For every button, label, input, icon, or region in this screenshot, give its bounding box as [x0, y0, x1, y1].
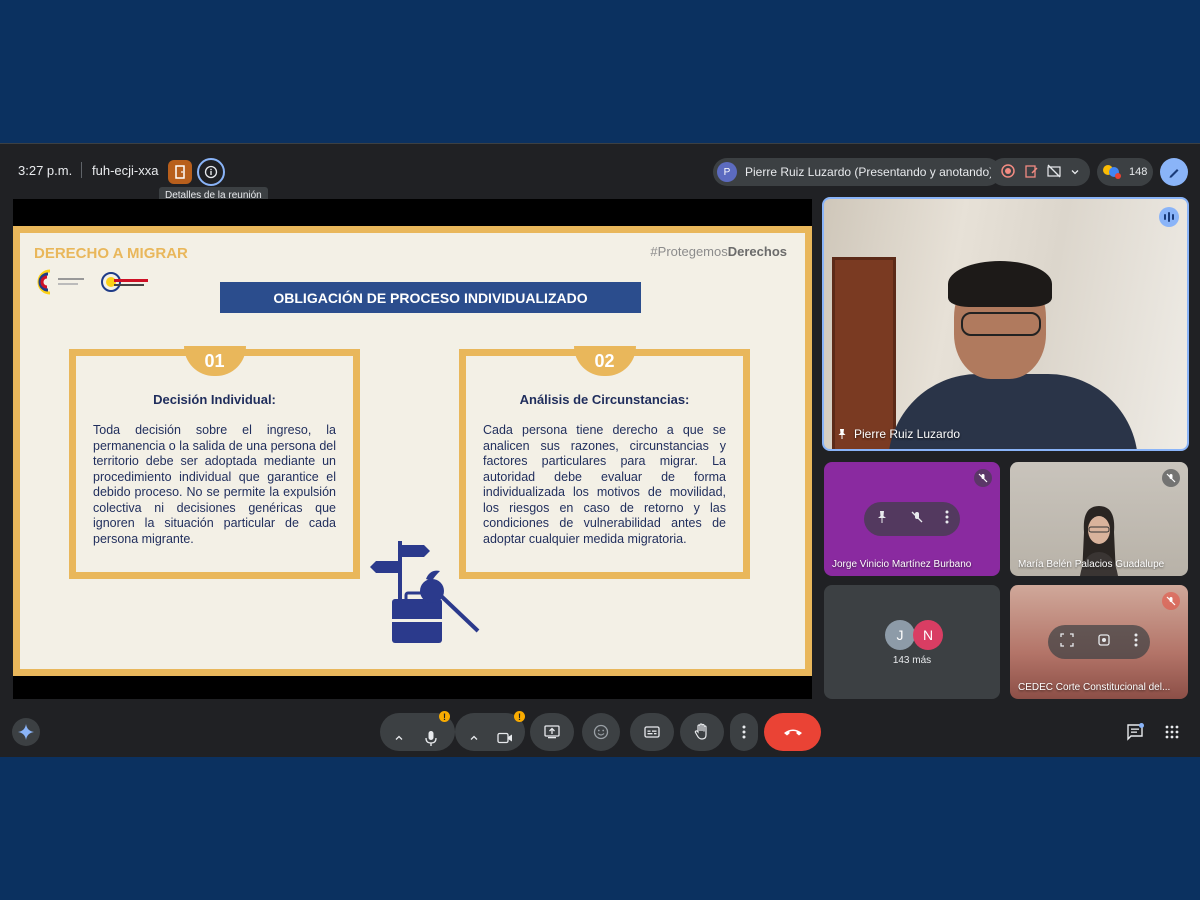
divider	[81, 162, 82, 178]
people-button[interactable]: 148	[1097, 158, 1153, 186]
camera-control: !	[455, 711, 525, 751]
recording-controls	[990, 158, 1090, 186]
people-avatars-icon	[1103, 165, 1121, 179]
card-1: 01 Decisión Individual: Toda decisión so…	[69, 346, 360, 579]
speaking-indicator-icon	[1159, 207, 1179, 227]
slide: DERECHO A MIGRAR #ProtegemosDerechos OBL…	[13, 226, 812, 676]
participant-name: Pierre Ruiz Luzardo	[854, 427, 961, 441]
card-body: Cada persona tiene derecho a que se anal…	[483, 423, 726, 546]
presenter-avatar: P	[717, 162, 737, 182]
chevron-down-icon[interactable]	[1070, 165, 1080, 180]
emoji-icon[interactable]	[582, 713, 620, 751]
hashtag-prefix: #Protegemos	[650, 244, 728, 259]
frame-icon[interactable]	[1060, 632, 1074, 652]
avatar: N	[913, 620, 943, 650]
tile-hover-controls	[864, 502, 960, 536]
card-body: Toda decisión sobre el ingreso, la perma…	[93, 423, 336, 546]
presenter-chip[interactable]: P Pierre Ruiz Luzardo (Presentando y ano…	[713, 158, 1002, 186]
info-icon[interactable]	[197, 158, 225, 186]
meeting-code: fuh-ecji-xxa	[92, 163, 159, 178]
notes-icon[interactable]	[1024, 164, 1038, 181]
speaker-glasses	[961, 312, 1041, 336]
raise-hand-icon[interactable]	[680, 713, 724, 751]
participant-count: 148	[1129, 166, 1148, 178]
pin-icon[interactable]	[875, 510, 889, 529]
more-options-icon[interactable]	[1134, 633, 1138, 652]
presentation-area: DERECHO A MIGRAR #ProtegemosDerechos OBL…	[13, 199, 812, 699]
activities-grid-icon[interactable]	[1159, 719, 1185, 745]
participant-tile[interactable]: CEDEC Corte Constitucional del...	[1010, 585, 1188, 699]
tile-hover-controls	[1048, 625, 1150, 659]
mic-warning-icon: !	[439, 711, 450, 722]
mic-off-icon	[1162, 469, 1180, 487]
main-video-tile[interactable]: Pierre Ruiz Luzardo	[822, 197, 1189, 451]
avatar: J	[885, 620, 915, 650]
partner-logo	[101, 272, 148, 292]
presenter-label: Pierre Ruiz Luzardo (Presentando y anota…	[745, 165, 994, 179]
phone-hangup-icon	[783, 729, 802, 736]
mic-icon[interactable]	[418, 725, 444, 751]
slide-hashtag: #ProtegemosDerechos	[650, 244, 787, 259]
cedec-logo	[37, 269, 84, 295]
participant-name: Jorge Vinicio Martínez Burbano	[832, 559, 972, 570]
slide-header: OBLIGACIÓN DE PROCESO INDIVIDUALIZADO	[220, 282, 641, 313]
gemini-sparkle-icon[interactable]	[12, 718, 40, 746]
participant-name: CEDEC Corte Constitucional del...	[1018, 682, 1171, 693]
mic-off-icon	[1162, 592, 1180, 610]
camera-icon[interactable]	[492, 725, 518, 751]
card-number: 02	[573, 346, 636, 376]
mic-control: !	[380, 711, 455, 751]
hashtag-bold: Derechos	[727, 244, 787, 259]
meeting-time: 3:27 p.m.	[18, 163, 73, 178]
record-icon[interactable]	[1000, 163, 1015, 181]
participant-tile[interactable]: Jorge Vinicio Martínez Burbano	[824, 462, 1000, 576]
chat-icon[interactable]	[1122, 719, 1148, 745]
captions-icon[interactable]	[630, 713, 674, 751]
migrant-signpost-illustration	[370, 541, 480, 643]
more-options-icon[interactable]	[730, 713, 758, 751]
chevron-up-icon[interactable]	[386, 725, 412, 751]
pin-icon	[838, 429, 846, 439]
card-2: 02 Análisis de Circunstancias: Cada pers…	[459, 346, 750, 579]
mic-off-icon	[974, 469, 992, 487]
present-screen-icon[interactable]	[530, 713, 574, 751]
card-number: 01	[183, 346, 246, 376]
more-options-icon[interactable]	[945, 510, 949, 529]
participant-tile[interactable]: María Belén Palacios Guadalupe	[1010, 462, 1188, 576]
door-icon[interactable]	[168, 160, 192, 184]
mute-participant-icon[interactable]	[910, 510, 924, 529]
card-title: Análisis de Circunstancias:	[519, 392, 690, 407]
bottom-bar: ! !	[0, 707, 1200, 757]
remove-from-grid-icon[interactable]	[1097, 633, 1111, 652]
slide-title: DERECHO A MIGRAR	[34, 245, 188, 262]
meet-window: 3:27 p.m. fuh-ecji-xxa Detalles de la re…	[0, 143, 1200, 757]
annotate-pen-icon[interactable]	[1160, 158, 1188, 186]
others-tile[interactable]: J N 143 más	[824, 585, 1000, 699]
card-title: Decisión Individual:	[153, 392, 276, 407]
speaker-hair	[948, 261, 1052, 307]
camera-warning-icon: !	[514, 711, 525, 722]
background-door	[832, 257, 896, 449]
leave-call-button[interactable]	[764, 713, 821, 751]
chevron-up-icon[interactable]	[461, 725, 487, 751]
main-tile-name: Pierre Ruiz Luzardo	[836, 427, 960, 441]
top-bar: 3:27 p.m. fuh-ecji-xxa Detalles de la re…	[0, 144, 1200, 204]
more-participants-label: 143 más	[892, 655, 932, 666]
captions-off-icon[interactable]	[1046, 164, 1061, 181]
participant-name: María Belén Palacios Guadalupe	[1018, 559, 1165, 570]
